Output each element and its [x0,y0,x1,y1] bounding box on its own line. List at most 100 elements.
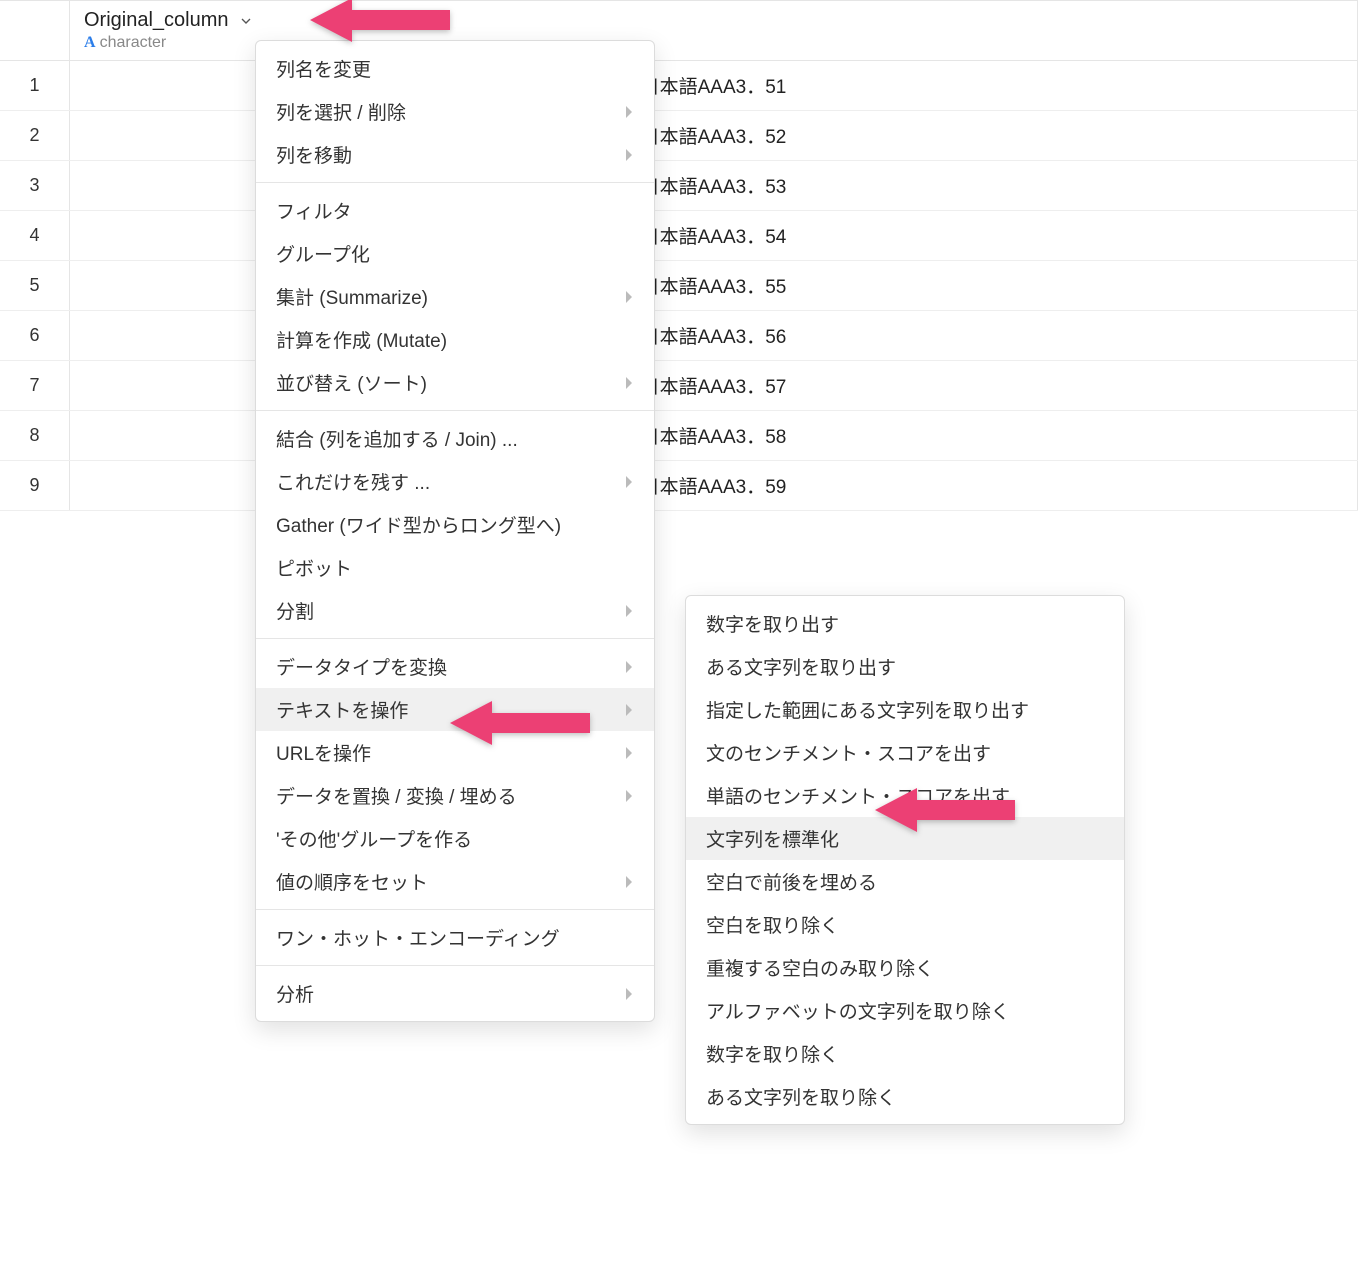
submenu-item-label: 数字を取り出す [706,610,839,637]
submenu-arrow-icon [624,703,634,717]
menu-item[interactable]: ピボット [256,546,654,589]
row-number: 8 [0,411,70,460]
menu-item-label: テキストを操作 [276,696,408,723]
menu-item[interactable]: グループ化 [256,232,654,275]
menu-item[interactable]: 並び替え (ソート) [256,361,654,404]
submenu-item[interactable]: ある文字列を取り出す [686,645,1124,688]
menu-item-label: グループ化 [276,240,370,267]
data-table: Original_column A character 1日本語AAA3．512… [0,0,1358,511]
table-row[interactable]: 3日本語AAA3．53 [0,161,1358,211]
submenu-item[interactable]: 文字列を標準化 [686,817,1124,860]
menu-item[interactable]: 値の順序をセット [256,860,654,903]
row-number: 1 [0,61,70,110]
submenu-item-label: ある文字列を取り出す [706,653,896,680]
menu-item-label: 列名を変更 [276,55,371,82]
menu-item-label: 分析 [276,980,314,1007]
column-name-line: Original_column [84,9,1343,32]
row-number: 3 [0,161,70,210]
menu-item[interactable]: 'その他'グループを作る [256,817,654,860]
menu-item-label: URLを操作 [276,739,371,766]
table-row[interactable]: 6日本語AAA3．56 [0,311,1358,361]
menu-section: フィルタグループ化集計 (Summarize) 計算を作成 (Mutate) 並び替… [256,183,654,411]
menu-section: ワン・ホット・エンコーディング [256,910,654,966]
column-type-label: character [100,34,167,52]
menu-item[interactable]: 分割 [256,589,654,632]
menu-item-label: ワン・ホット・エンコーディング [276,924,560,951]
submenu-arrow-icon [624,875,634,889]
menu-item[interactable]: これだけを残す ... [256,460,654,503]
menu-item[interactable]: 列名を変更 [256,47,654,90]
menu-item-label: 結合 (列を追加する / Join) ... [276,425,518,452]
menu-section: 結合 (列を追加する / Join) ... これだけを残す ... Gather … [256,411,654,639]
menu-item[interactable]: Gather (ワイド型からロング型へ) [256,503,654,546]
submenu-item-label: 重複する空白のみ取り除く [706,954,934,981]
submenu-arrow-icon [624,604,634,618]
menu-item-label: 列を移動 [276,141,352,168]
submenu-item-label: 単語のセンチメント・スコアを出す [706,782,1010,809]
submenu-item-label: 数字を取り除く [706,1040,839,1067]
submenu-arrow-icon [624,105,634,119]
text-operations-submenu: 数字を取り出すある文字列を取り出す指定した範囲にある文字列を取り出す文のセンチメ… [685,595,1125,1125]
submenu-item[interactable]: 単語のセンチメント・スコアを出す [686,774,1124,817]
submenu-item[interactable]: 指定した範囲にある文字列を取り出す [686,688,1124,731]
submenu-item[interactable]: 重複する空白のみ取り除く [686,946,1124,989]
submenu-arrow-icon [624,148,634,162]
menu-item[interactable]: 集計 (Summarize) [256,275,654,318]
menu-item[interactable]: ワン・ホット・エンコーディング [256,916,654,959]
row-number: 9 [0,461,70,510]
submenu-item[interactable]: 数字を取り除く [686,1032,1124,1075]
menu-item-label: データを置換 / 変換 / 埋める [276,782,517,809]
table-row[interactable]: 7日本語AAA3．57 [0,361,1358,411]
menu-item[interactable]: 結合 (列を追加する / Join) ... [256,417,654,460]
row-number: 4 [0,211,70,260]
submenu-arrow-icon [624,290,634,304]
table-row[interactable]: 2日本語AAA3．52 [0,111,1358,161]
table-header-row: Original_column A character [0,0,1358,61]
submenu-item[interactable]: 数字を取り出す [686,602,1124,645]
menu-item-label: 列を選択 / 削除 [276,98,406,125]
menu-item[interactable]: 分析 [256,972,654,1015]
submenu-item[interactable]: 空白を取り除く [686,903,1124,946]
menu-item-label: ピボット [276,554,352,581]
menu-item[interactable]: 列を移動 [256,133,654,176]
submenu-item-label: 空白で前後を埋める [706,868,877,895]
chevron-down-icon[interactable] [237,12,255,30]
character-type-icon: A [84,34,96,52]
menu-item-label: データタイプを変換 [276,653,447,680]
menu-item-label: 分割 [276,597,314,624]
menu-item[interactable]: URLを操作 [256,731,654,774]
menu-item[interactable]: フィルタ [256,189,654,232]
submenu-item[interactable]: アルファベットの文字列を取り除く [686,989,1124,1032]
menu-item[interactable]: 列を選択 / 削除 [256,90,654,133]
menu-item-label: 計算を作成 (Mutate) [276,326,447,353]
submenu-arrow-icon [624,746,634,760]
menu-item-label: 値の順序をセット [276,868,428,895]
menu-item-label: これだけを残す ... [276,468,430,495]
menu-item[interactable]: データを置換 / 変換 / 埋める [256,774,654,817]
menu-item[interactable]: データタイプを変換 [256,645,654,688]
submenu-item-label: ある文字列を取り除く [706,1083,896,1110]
submenu-item-label: 空白を取り除く [706,911,839,938]
column-name: Original_column [84,9,229,32]
rownum-header [0,1,70,60]
menu-section: 分析 [256,966,654,1021]
menu-item[interactable]: テキストを操作 [256,688,654,731]
row-number: 2 [0,111,70,160]
table-row[interactable]: 8日本語AAA3．58 [0,411,1358,461]
submenu-item[interactable]: 文のセンチメント・スコアを出す [686,731,1124,774]
table-row[interactable]: 9日本語AAA3．59 [0,461,1358,511]
submenu-arrow-icon [624,987,634,1001]
column-context-menu: 列名を変更列を選択 / 削除列を移動フィルタグループ化集計 (Summarize… [255,40,655,1022]
menu-item-label: 'その他'グループを作る [276,825,472,852]
table-row[interactable]: 4日本語AAA3．54 [0,211,1358,261]
table-row[interactable]: 1日本語AAA3．51 [0,61,1358,111]
submenu-item[interactable]: 空白で前後を埋める [686,860,1124,903]
submenu-arrow-icon [624,660,634,674]
row-number: 5 [0,261,70,310]
menu-item-label: Gather (ワイド型からロング型へ) [276,511,561,538]
table-row[interactable]: 5日本語AAA3．55 [0,261,1358,311]
submenu-item-label: 文字列を標準化 [706,825,839,852]
submenu-item[interactable]: ある文字列を取り除く [686,1075,1124,1118]
menu-item[interactable]: 計算を作成 (Mutate) [256,318,654,361]
submenu-arrow-icon [624,376,634,390]
